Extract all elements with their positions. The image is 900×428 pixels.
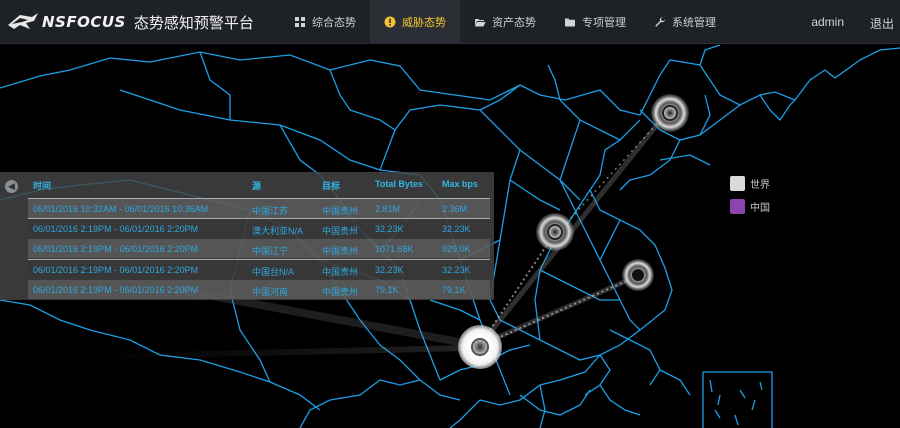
nav-item-assets[interactable]: 资产态势 bbox=[460, 0, 550, 44]
nav-item-overview[interactable]: 综合态势 bbox=[280, 0, 370, 44]
cell-time: 06/01/2016 10:32AM - 06/01/2016 10:36AM bbox=[33, 204, 209, 214]
table-header: 时间 源 目标 Total Bytes Max bps bbox=[28, 179, 494, 195]
cell-total-bytes: 32.23K bbox=[375, 224, 404, 234]
main-nav: 综合态势 威胁态势 资产态势 专项管理 系统管理 bbox=[280, 0, 730, 44]
username[interactable]: admin bbox=[811, 15, 844, 29]
cell-max-bps: 929.0K bbox=[442, 244, 471, 254]
table-row[interactable]: 06/01/2016 2:19PM - 06/01/2016 2:20PM 中国… bbox=[28, 280, 490, 299]
app-title: 态势感知预警平台 bbox=[133, 14, 254, 32]
table-row[interactable]: 06/01/2016 2:19PM - 06/01/2016 2:20PM 澳大… bbox=[28, 219, 490, 238]
cell-time: 06/01/2016 2:19PM - 06/01/2016 2:20PM bbox=[33, 244, 199, 254]
traffic-table-panel: ◀ 时间 源 目标 Total Bytes Max bps 06/01/2016… bbox=[0, 172, 494, 300]
cell-total-bytes: 1071.68K bbox=[375, 244, 414, 254]
nav-item-projects[interactable]: 专项管理 bbox=[550, 0, 640, 44]
wrench-icon bbox=[655, 17, 665, 27]
column-header-max-bps[interactable]: Max bps bbox=[442, 179, 478, 189]
cell-source: 中国河南 bbox=[252, 287, 289, 297]
cell-source: 中国江苏 bbox=[252, 206, 289, 216]
nav-label: 专项管理 bbox=[582, 17, 626, 29]
cell-time: 06/01/2016 2:19PM - 06/01/2016 2:20PM bbox=[33, 265, 199, 275]
nav-item-threat[interactable]: 威胁态势 bbox=[370, 0, 460, 44]
nav-label: 综合态势 bbox=[312, 17, 356, 29]
cell-max-bps: 2.36M bbox=[442, 204, 468, 214]
nav-label: 威胁态势 bbox=[402, 17, 446, 29]
cell-time: 06/01/2016 2:19PM - 06/01/2016 2:20PM bbox=[33, 224, 199, 234]
alert-icon bbox=[384, 16, 396, 28]
nsfocus-logo-icon bbox=[8, 13, 38, 29]
column-header-source[interactable]: 源 bbox=[252, 179, 261, 192]
table-row[interactable]: 06/01/2016 10:32AM - 06/01/2016 10:36AM … bbox=[28, 199, 490, 218]
cell-target: 中国贵州 bbox=[322, 206, 359, 216]
table-row[interactable]: 06/01/2016 2:19PM - 06/01/2016 2:20PM 中国… bbox=[28, 260, 490, 279]
cell-max-bps: 32.23K bbox=[442, 224, 471, 234]
legend-label: 世界 bbox=[750, 180, 770, 191]
nav-label: 资产态势 bbox=[492, 17, 536, 29]
cell-target: 中国贵州 bbox=[322, 287, 359, 297]
legend-label: 中国 bbox=[750, 203, 770, 214]
cell-max-bps: 79.1K bbox=[442, 285, 466, 295]
table-row[interactable]: 06/01/2016 2:19PM - 06/01/2016 2:20PM 中国… bbox=[28, 239, 490, 258]
cell-total-bytes: 2.81M bbox=[375, 204, 401, 214]
cell-source: 中国台N/A bbox=[252, 267, 295, 277]
column-header-time[interactable]: 时间 bbox=[33, 179, 51, 192]
cell-max-bps: 32.23K bbox=[442, 265, 471, 275]
cell-target: 中国贵州 bbox=[322, 246, 359, 256]
nav-label: 系统管理 bbox=[672, 17, 716, 29]
grid-icon bbox=[295, 17, 305, 27]
column-header-total-bytes[interactable]: Total Bytes bbox=[375, 179, 423, 189]
legend-swatch bbox=[730, 176, 745, 191]
cell-time: 06/01/2016 2:19PM - 06/01/2016 2:20PM bbox=[33, 285, 199, 295]
brand[interactable]: NSFOCUS 态势感知预警平台 bbox=[6, 8, 254, 36]
cell-total-bytes: 32.23K bbox=[375, 265, 404, 275]
cell-total-bytes: 79.1K bbox=[375, 285, 399, 295]
logout-button[interactable]: 退出 bbox=[870, 15, 894, 32]
cell-target: 中国贵州 bbox=[322, 226, 359, 236]
brand-name: NSFOCUS bbox=[42, 13, 126, 31]
cell-source: 中国辽宁 bbox=[252, 246, 289, 256]
nav-item-system[interactable]: 系统管理 bbox=[640, 0, 730, 44]
legend-item-china[interactable]: 中国 bbox=[730, 199, 770, 214]
cell-source: 澳大利亚N/A bbox=[252, 226, 304, 236]
top-navigation-bar: NSFOCUS 态势感知预警平台 综合态势 威胁态势 资产态势 专项管理 系统管… bbox=[0, 0, 900, 44]
folder-open-icon bbox=[475, 19, 486, 27]
legend-swatch bbox=[730, 199, 745, 214]
column-header-target[interactable]: 目标 bbox=[322, 179, 340, 192]
collapse-icon[interactable]: ◀ bbox=[5, 180, 18, 193]
map-legend: 世界 中国 bbox=[730, 176, 770, 222]
cell-target: 中国贵州 bbox=[322, 267, 359, 277]
legend-item-world[interactable]: 世界 bbox=[730, 176, 770, 191]
folder-icon bbox=[565, 18, 575, 27]
